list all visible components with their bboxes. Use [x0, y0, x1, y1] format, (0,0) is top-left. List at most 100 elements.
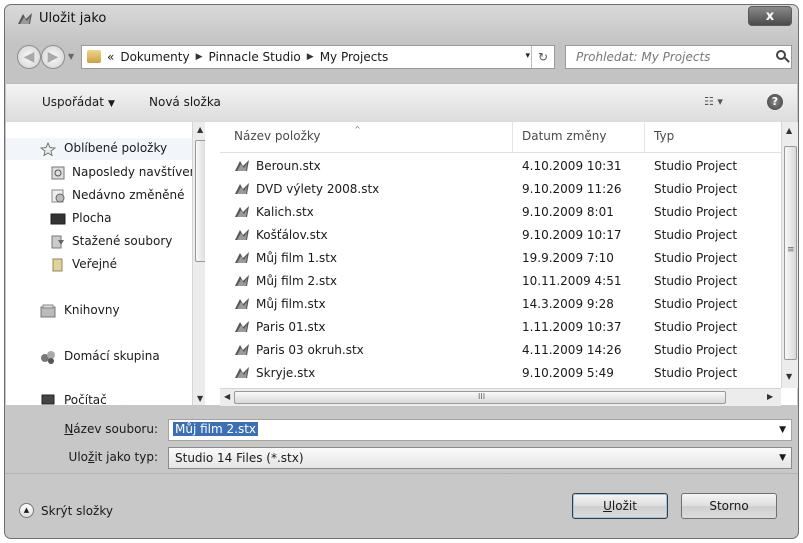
file-date: 14.3.2009 9:28: [522, 297, 614, 311]
file-row[interactable]: Košťálov.stx 9.10.2009 10:17 Studio Projec…: [220, 224, 782, 247]
nav-label-recently-changed: Nedávno změněné: [72, 188, 185, 202]
column-header-date[interactable]: Datum změny: [522, 129, 607, 143]
file-type: Studio Project: [654, 297, 738, 311]
studio-project-file-icon: [235, 183, 249, 194]
nav-item-homegroup[interactable]: Domácí skupina: [6, 346, 192, 368]
scroll-down-icon[interactable]: ▼: [197, 394, 203, 403]
breadcrumb-item-my-projects[interactable]: My Projects: [320, 50, 389, 65]
file-name: Kalich.stx: [256, 205, 314, 219]
organize-dropdown-icon: ▼: [107, 99, 115, 109]
studio-project-file-icon: [235, 367, 249, 378]
refresh-icon[interactable]: ↻: [531, 46, 554, 68]
filename-value: Můj film 2.stx: [173, 422, 259, 436]
title-bar[interactable]: Uložit jako x: [5, 5, 798, 33]
navigation-row: ◀ ▶ ▼ « Dokumenty ▶ Pinnacle Studio ▶ My…: [13, 44, 792, 70]
file-row[interactable]: DVD výlety 2008.stx 9.10.2009 11:26 Studio…: [220, 178, 782, 201]
filetype-select[interactable]: Studio 14 Files (*.stx) ▼: [168, 447, 792, 469]
nav-item-desktop[interactable]: Plocha: [6, 208, 192, 230]
file-row[interactable]: Můj film 2.stx 10.11.2009 4:51 Studio Proj…: [220, 270, 782, 293]
recent-pages-dropdown[interactable]: ▼: [68, 52, 74, 61]
forward-button[interactable]: ▶: [41, 45, 65, 69]
file-date: 9.10.2009 11:26: [522, 182, 622, 196]
close-button[interactable]: x: [748, 6, 792, 26]
file-date: 4.11.2009 14:26: [522, 343, 622, 357]
help-icon[interactable]: ?: [767, 94, 783, 110]
file-type: Studio Project: [654, 320, 738, 334]
file-name: Beroun.stx: [256, 159, 321, 173]
column-header-type[interactable]: Typ: [654, 129, 674, 143]
libraries-icon: [40, 304, 56, 318]
nav-label-libraries: Knihovny: [64, 303, 120, 317]
filename-dropdown-icon[interactable]: ▼: [779, 425, 786, 435]
homegroup-icon: [41, 351, 55, 364]
nav-label-favorites: Oblíbené položky: [64, 141, 168, 155]
nav-label-recent-places: Naposledy navštívené: [72, 165, 205, 179]
search-icon[interactable]: [776, 50, 786, 60]
file-row[interactable]: Beroun.stx 4.10.2009 10:31 Studio Project: [220, 155, 782, 178]
nav-item-favorites[interactable]: Oblíbené položky: [6, 138, 192, 160]
folder-icon: [87, 50, 101, 63]
scroll-thumb[interactable]: ≡: [784, 146, 797, 360]
nav-item-libraries[interactable]: Knihovny: [6, 300, 192, 322]
organize-button[interactable]: Uspořádat ▼: [42, 95, 115, 109]
breadcrumb-separator-icon[interactable]: ▶: [307, 50, 314, 65]
nav-item-computer[interactable]: Počítač: [6, 390, 192, 405]
filetype-row: Uložit jako typ:: [5, 446, 158, 470]
scroll-thumb[interactable]: [195, 140, 205, 262]
back-button[interactable]: ◀: [17, 45, 41, 69]
filename-row: Název souboru:: [5, 418, 158, 442]
nav-label-desktop: Plocha: [72, 211, 112, 225]
star-icon: [40, 142, 56, 156]
scroll-up-icon[interactable]: ▲: [197, 125, 203, 134]
save-button[interactable]: Uložit: [572, 493, 668, 519]
cancel-button[interactable]: Storno: [681, 493, 777, 519]
column-divider[interactable]: [644, 122, 645, 152]
filename-input[interactable]: Můj film 2.stx ▼: [168, 419, 792, 441]
scroll-thumb[interactable]: III: [234, 391, 726, 404]
scroll-up-icon[interactable]: ▲: [786, 126, 792, 135]
filetype-dropdown-icon[interactable]: ▼: [779, 453, 786, 463]
new-folder-button[interactable]: Nová složka: [149, 95, 221, 109]
nav-item-public[interactable]: Veřejné: [6, 254, 192, 276]
file-list-vertical-scrollbar[interactable]: ▲ ≡ ▼: [781, 122, 798, 388]
scroll-right-icon[interactable]: ▶: [767, 392, 773, 401]
nav-item-recent-places[interactable]: Naposledy navštívené: [6, 162, 205, 184]
file-row[interactable]: Skryje.stx 9.10.2009 5:49 Studio Project: [220, 362, 782, 385]
file-name: Košťálov.stx: [256, 228, 328, 242]
column-header-name[interactable]: Název položky ^: [234, 125, 361, 143]
breadcrumb-overflow[interactable]: «: [107, 50, 114, 65]
breadcrumb-separator-icon[interactable]: ▶: [196, 50, 203, 65]
views-icon[interactable]: ☷ ▾: [704, 95, 723, 108]
file-type: Studio Project: [654, 205, 738, 219]
breadcrumb-item-dokumenty[interactable]: Dokumenty: [120, 50, 189, 65]
studio-project-file-icon: [235, 298, 249, 309]
file-date: 4.10.2009 10:31: [522, 159, 622, 173]
file-name: Můj film 1.stx: [256, 251, 338, 265]
file-date: 1.11.2009 10:37: [522, 320, 622, 334]
nav-item-recently-changed[interactable]: Nedávno změněné: [6, 185, 192, 207]
address-bar[interactable]: « Dokumenty ▶ Pinnacle Studio ▶ My Proje…: [81, 45, 555, 69]
save-as-dialog: Uložit jako x ◀ ▶ ▼ « Dokumenty ▶ Pinnac…: [4, 4, 799, 539]
search-input[interactable]: Prohledat: My Projects: [565, 45, 792, 69]
forward-arrow-icon: ▶: [47, 49, 59, 65]
downloads-folder-icon: [51, 235, 64, 249]
scroll-down-icon[interactable]: ▼: [786, 372, 792, 381]
breadcrumb-item-pinnacle-studio[interactable]: Pinnacle Studio: [209, 50, 301, 65]
pinnacle-app-icon: [18, 13, 32, 24]
file-row[interactable]: Můj film 1.stx 19.9.2009 7:10 Studio Proje…: [220, 247, 782, 270]
file-row[interactable]: Paris 01.stx 1.11.2009 10:37 Studio Projec…: [220, 316, 782, 339]
file-list-horizontal-scrollbar[interactable]: ◀ III ▶: [220, 388, 781, 406]
file-row[interactable]: Můj film.stx 14.3.2009 9:28 Studio Project: [220, 293, 782, 316]
navigation-scrollbar[interactable]: ▲ ▼: [192, 122, 205, 405]
file-row[interactable]: Kalich.stx 9.10.2009 8:01 Studio Project: [220, 201, 782, 224]
studio-project-file-icon: [235, 160, 249, 171]
scroll-left-icon[interactable]: ◀: [224, 392, 230, 401]
close-icon: x: [765, 9, 775, 24]
address-dropdown-icon[interactable]: ▾: [525, 51, 530, 61]
file-type: Studio Project: [654, 251, 738, 265]
column-divider[interactable]: [512, 122, 513, 152]
organize-label: Uspořádat: [42, 95, 104, 109]
file-row[interactable]: Paris 03 okruh.stx 4.11.2009 14:26 Studio …: [220, 339, 782, 362]
studio-project-file-icon: [235, 206, 249, 217]
nav-item-downloads[interactable]: Stažené soubory: [6, 231, 192, 253]
